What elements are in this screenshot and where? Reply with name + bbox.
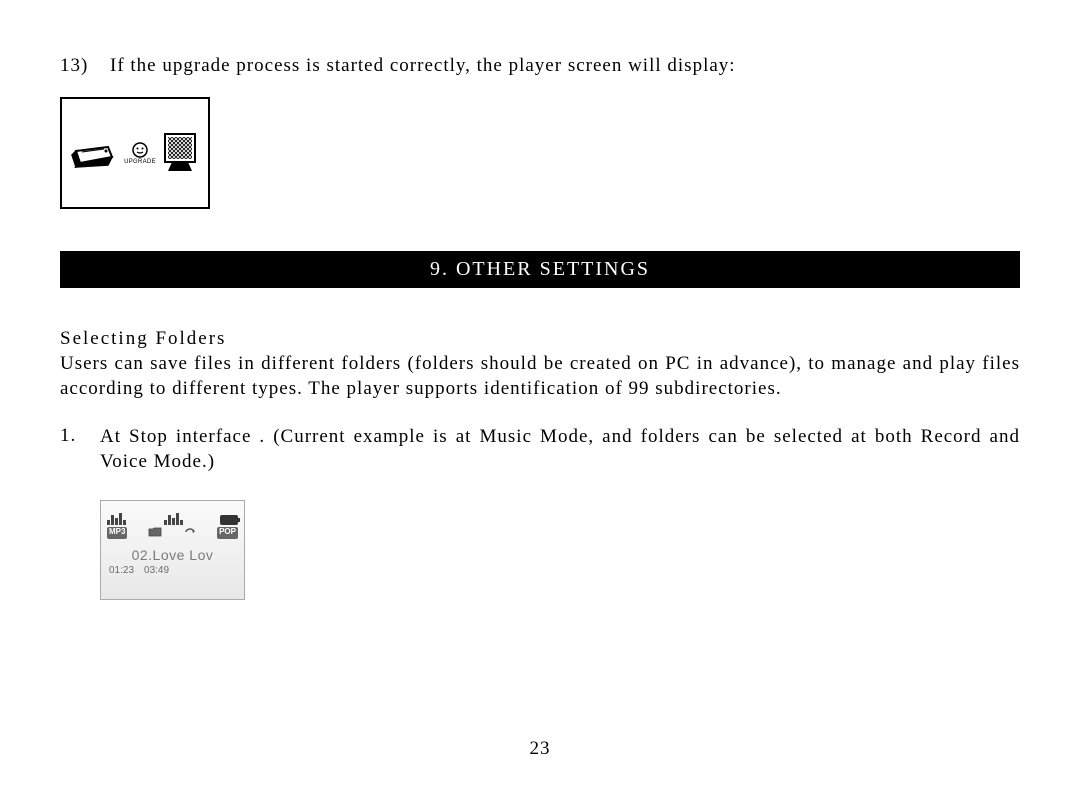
upgrade-label: UPGRADE <box>124 159 156 165</box>
page-number: 23 <box>0 738 1080 760</box>
step-text: If the upgrade process is started correc… <box>110 55 1020 77</box>
step-13: 13) If the upgrade process is started co… <box>60 55 1020 77</box>
total-time: 03:49 <box>144 565 169 576</box>
subsection-body: Users can save files in different folder… <box>60 352 1020 401</box>
player-device-icon <box>70 137 118 169</box>
eq-bars-left <box>107 513 126 525</box>
equalizer-row <box>105 505 240 525</box>
monitor-icon <box>162 131 200 175</box>
section-header: 9. OTHER SETTINGS <box>60 251 1020 288</box>
song-screen: MP3 POP 02.Love Lov 01:23 03:49 <box>101 501 244 599</box>
music-screen-image: MP3 POP 02.Love Lov 01:23 03:49 <box>100 500 245 600</box>
song-times: 01:23 03:49 <box>105 563 240 578</box>
mp3-badge: MP3 <box>107 527 127 539</box>
eq-bars-right <box>164 513 183 525</box>
battery-icon <box>220 515 238 525</box>
list-number: 1. <box>60 425 100 474</box>
upgrade-screen-image: UPGRADE <box>60 97 210 209</box>
subsection-title: Selecting Folders <box>60 328 1020 350</box>
elapsed-time: 01:23 <box>109 565 134 576</box>
list-text: At Stop interface . (Current example is … <box>100 425 1020 474</box>
upgrade-graphic: UPGRADE <box>70 131 200 175</box>
pop-badge: POP <box>217 527 238 539</box>
step-number: 13) <box>60 55 110 77</box>
list-item-1: 1. At Stop interface . (Current example … <box>60 425 1020 474</box>
repeat-icon <box>183 527 197 539</box>
folder-icon <box>148 527 162 539</box>
song-title: 02.Love Lov <box>105 541 240 563</box>
smiley-face-icon: UPGRADE <box>124 141 156 165</box>
badges-row: MP3 POP <box>105 525 240 541</box>
